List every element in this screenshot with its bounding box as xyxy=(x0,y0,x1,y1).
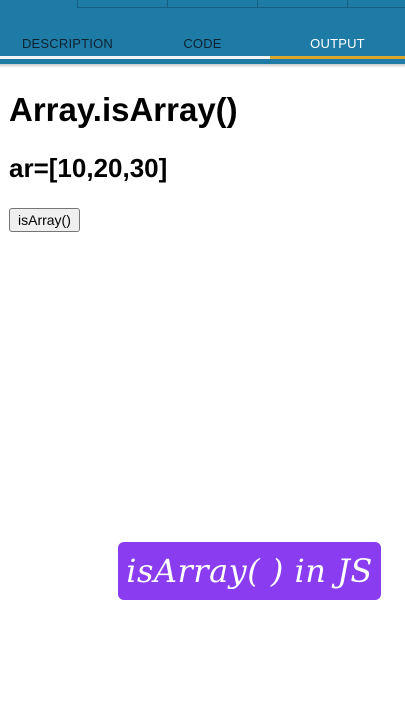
tab-bar: DESCRIPTION CODE OUTPUT xyxy=(0,30,405,56)
tab-indicator-track xyxy=(0,56,270,59)
isarray-button[interactable]: isArray() xyxy=(9,208,80,232)
page-title: Array.isArray() xyxy=(9,91,238,128)
array-text: ar=[10,20,30] xyxy=(9,153,168,183)
toolbar-segment xyxy=(78,0,168,8)
tab-code[interactable]: CODE xyxy=(135,30,270,56)
output-panel: Array.isArray() ar=[10,20,30] isArray() xyxy=(9,90,399,232)
toolbar-segment xyxy=(348,0,405,8)
toolbar-strip xyxy=(0,0,405,10)
app-header: DESCRIPTION CODE OUTPUT xyxy=(0,0,405,64)
banner-text: isArray( ) in JS xyxy=(126,552,373,590)
toolbar-segment xyxy=(258,0,348,8)
tab-indicator-active xyxy=(270,56,405,59)
toolbar-segment xyxy=(0,0,78,8)
toolbar-segment xyxy=(168,0,258,8)
tab-description[interactable]: DESCRIPTION xyxy=(0,30,135,56)
header-shadow xyxy=(0,64,405,68)
caption-banner: isArray( ) in JS xyxy=(118,542,381,600)
tab-output[interactable]: OUTPUT xyxy=(270,30,405,56)
